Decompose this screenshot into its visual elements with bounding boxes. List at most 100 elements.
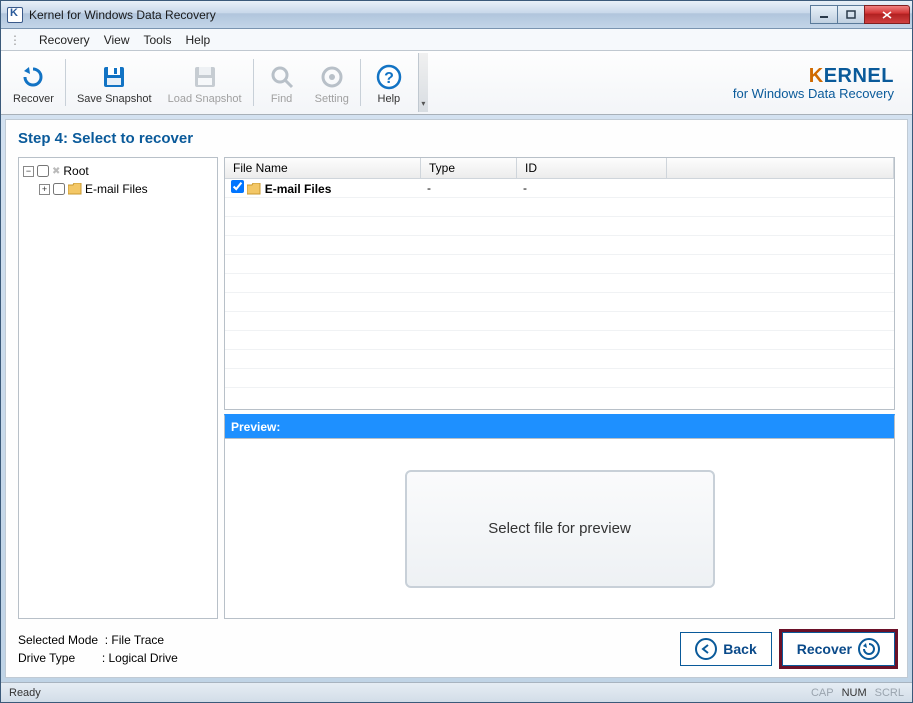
toolbar-separator [253, 59, 254, 106]
right-pane: File Name Type ID E-mail Fi [224, 157, 895, 619]
menu-grip-icon: ⋮ [9, 33, 21, 47]
find-tool: Find [257, 53, 307, 112]
brand-rest: ERNEL [824, 65, 894, 87]
recover-label: Recover [797, 641, 852, 657]
save-snapshot-tool[interactable]: Save Snapshot [69, 53, 160, 112]
arrow-left-icon [695, 638, 717, 660]
table-row [225, 274, 894, 293]
back-label: Back [723, 641, 756, 657]
table-row [225, 331, 894, 350]
help-label: Help [378, 93, 401, 105]
search-icon [266, 61, 298, 93]
load-snapshot-tool: Load Snapshot [160, 53, 250, 112]
toolbar-separator [65, 59, 66, 106]
mode-value: File Trace [111, 633, 164, 647]
tree-dim-icon: ✖ [52, 166, 60, 177]
maximize-icon [846, 10, 856, 20]
recover-tool[interactable]: Recover [5, 53, 62, 112]
file-grid[interactable]: File Name Type ID E-mail Fi [224, 157, 895, 410]
close-icon [881, 10, 893, 20]
gear-icon [316, 61, 348, 93]
table-row [225, 255, 894, 274]
preview-placeholder: Select file for preview [405, 470, 715, 588]
load-snapshot-label: Load Snapshot [168, 93, 242, 105]
tree-root-checkbox[interactable] [37, 165, 49, 177]
window-controls [811, 5, 910, 24]
restore-icon [858, 638, 880, 660]
table-row [225, 293, 894, 312]
tree-child-label: E-mail Files [85, 182, 148, 196]
table-row [225, 369, 894, 388]
menu-help[interactable]: Help [186, 33, 211, 47]
tree-root-label: Root [63, 164, 88, 178]
footer-info: Selected Mode : File Trace Drive Type : … [18, 631, 178, 667]
status-ready: Ready [9, 687, 41, 699]
tree-root-row[interactable]: − ✖ Root [23, 162, 213, 180]
preview-body: Select file for preview [224, 439, 895, 619]
cell-name: E-mail Files [225, 180, 421, 196]
back-button[interactable]: Back [680, 632, 771, 666]
table-row [225, 217, 894, 236]
brand-subtitle: for Windows Data Recovery [733, 86, 894, 101]
table-row [225, 312, 894, 331]
minimize-icon [819, 10, 829, 20]
cell-name-text: E-mail Files [265, 182, 332, 196]
help-tool[interactable]: ? Help [364, 53, 414, 112]
mode-label: Selected Mode [18, 633, 98, 647]
footer-row: Selected Mode : File Trace Drive Type : … [18, 629, 895, 669]
preview-empty-text: Select file for preview [488, 520, 631, 537]
undo-icon [17, 61, 49, 93]
toolbar-separator [360, 59, 361, 106]
menu-view[interactable]: View [104, 33, 130, 47]
expand-icon[interactable]: + [39, 184, 50, 195]
cell-id: - [517, 181, 667, 195]
menubar: ⋮ Recovery View Tools Help [1, 29, 912, 51]
row-checkbox[interactable] [231, 180, 244, 193]
svg-text:?: ? [384, 70, 394, 87]
close-button[interactable] [864, 5, 910, 24]
folder-icon [247, 182, 261, 196]
drive-label: Drive Type [18, 651, 75, 665]
drive-value: Logical Drive [108, 651, 177, 665]
maximize-button[interactable] [837, 5, 865, 24]
status-cap: CAP [811, 687, 834, 699]
save-icon [98, 61, 130, 93]
nav-buttons: Back Recover [680, 632, 895, 666]
recover-button[interactable]: Recover [782, 632, 895, 666]
help-icon: ? [373, 61, 405, 93]
toolbar: Recover Save Snapshot Load Snapshot Find [1, 51, 912, 115]
work-area: − ✖ Root + E-mail Files [18, 157, 895, 619]
table-row [225, 198, 894, 217]
setting-label: Setting [315, 93, 349, 105]
tree-child-row[interactable]: + E-mail Files [23, 180, 213, 198]
find-label: Find [271, 93, 292, 105]
status-scrl: SCRL [875, 687, 904, 699]
save-snapshot-label: Save Snapshot [77, 93, 152, 105]
grid-body[interactable]: E-mail Files - - [225, 179, 894, 409]
app-icon [7, 7, 23, 23]
menu-recovery[interactable]: Recovery [39, 33, 90, 47]
folder-icon [68, 182, 82, 196]
tree-pane[interactable]: − ✖ Root + E-mail Files [18, 157, 218, 619]
status-num: NUM [842, 687, 867, 699]
app-window: Kernel for Windows Data Recovery ⋮ Recov… [0, 0, 913, 703]
col-id[interactable]: ID [517, 158, 667, 178]
table-row[interactable]: E-mail Files - - [225, 179, 894, 198]
minimize-button[interactable] [810, 5, 838, 24]
toolbar-overflow[interactable]: ▾ [418, 53, 428, 112]
col-rest[interactable] [667, 158, 894, 178]
col-type[interactable]: Type [421, 158, 517, 178]
window-title: Kernel for Windows Data Recovery [29, 8, 811, 22]
tree-child-checkbox[interactable] [53, 183, 65, 195]
collapse-icon[interactable]: − [23, 166, 34, 177]
brand: KERNEL for Windows Data Recovery [733, 53, 908, 112]
preview-header: Preview: [224, 414, 895, 439]
content: Step 4: Select to recover − ✖ Root + E-m… [5, 119, 908, 678]
col-filename[interactable]: File Name [225, 158, 421, 178]
grid-header: File Name Type ID [225, 158, 894, 179]
menu-tools[interactable]: Tools [143, 33, 171, 47]
statusbar: Ready CAP NUM SCRL [1, 682, 912, 702]
recover-tool-label: Recover [13, 93, 54, 105]
step-title: Step 4: Select to recover [18, 130, 895, 147]
table-row [225, 350, 894, 369]
